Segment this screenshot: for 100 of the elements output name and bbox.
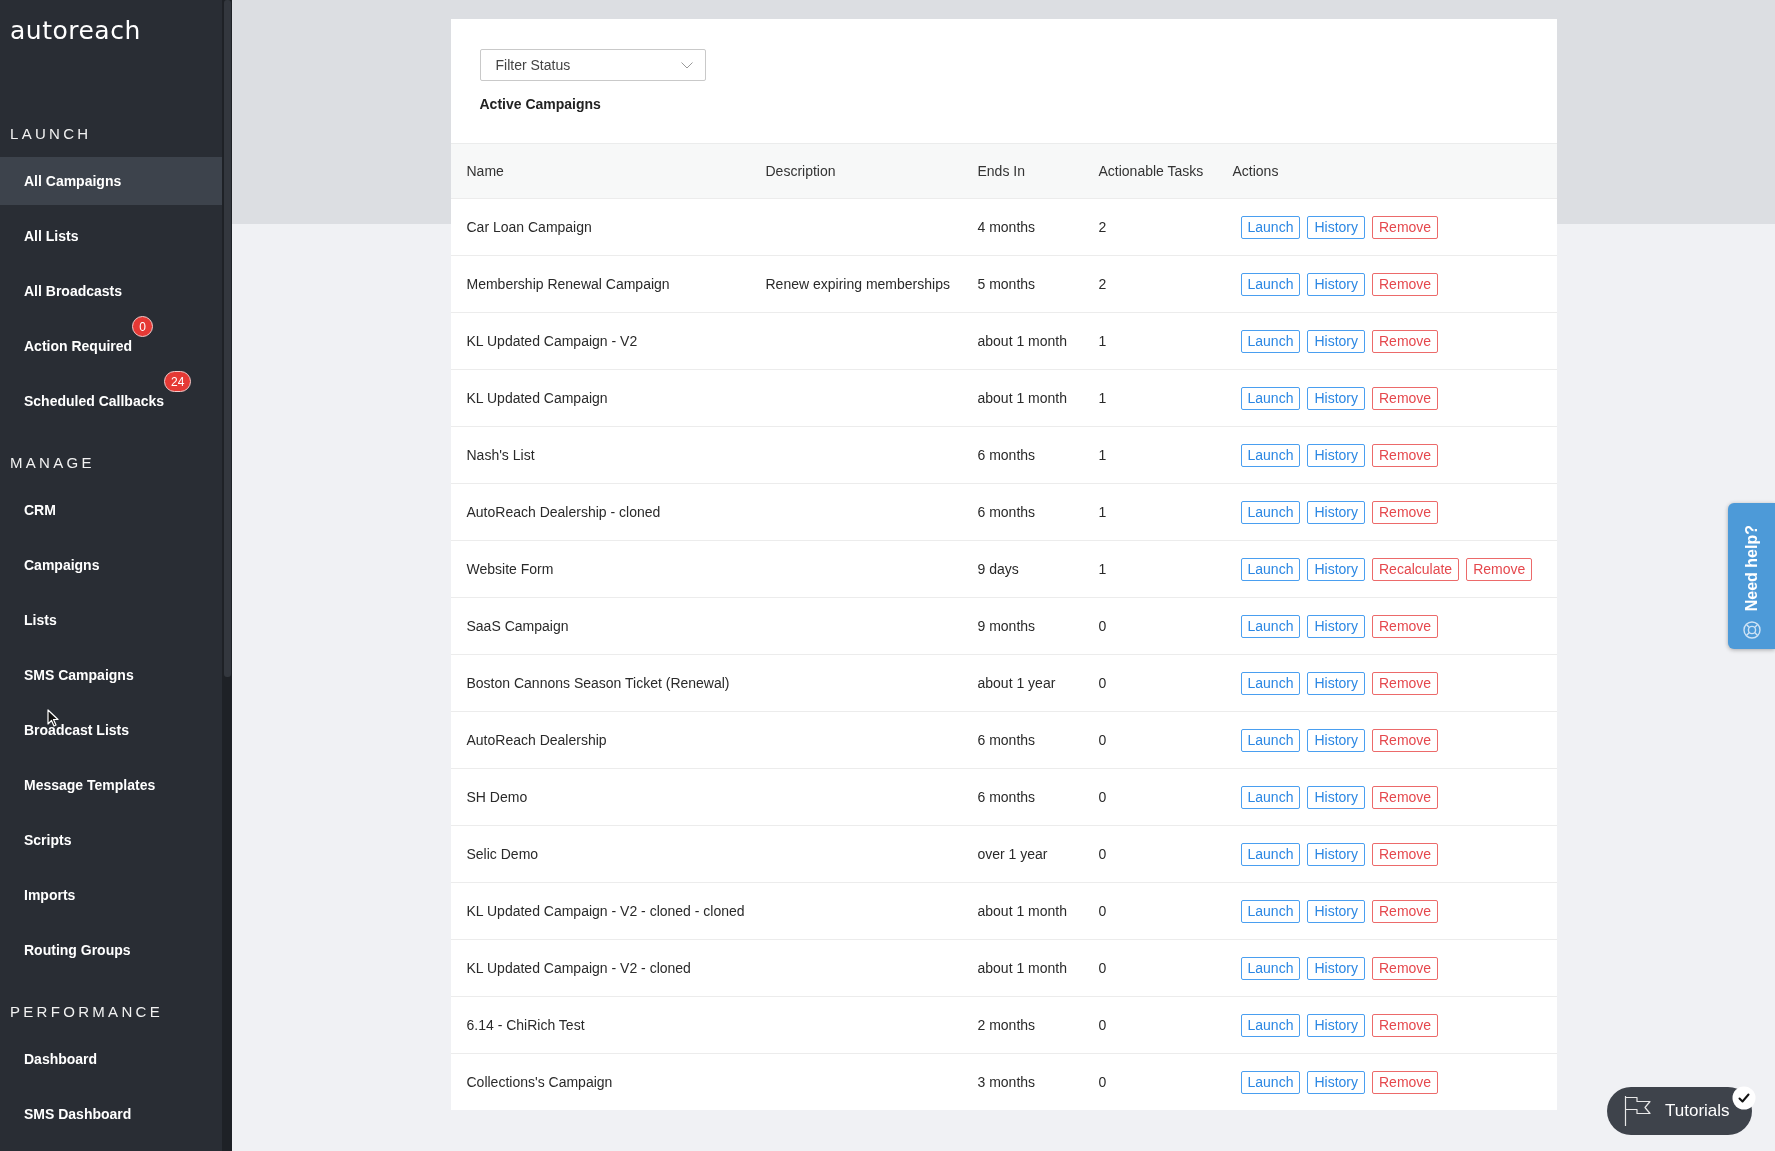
sidebar-item[interactable]: CRM bbox=[0, 486, 222, 534]
table-cell: about 1 month bbox=[977, 903, 1067, 919]
filter-status-dropdown[interactable]: Filter Status bbox=[479, 49, 706, 81]
sidebar-item[interactable]: Imports bbox=[0, 871, 222, 919]
remove-button[interactable]: Remove bbox=[1372, 443, 1439, 467]
remove-button[interactable]: Remove bbox=[1372, 614, 1439, 638]
launch-button[interactable]: Launch bbox=[1240, 443, 1301, 467]
sidebar-item[interactable]: Campaigns bbox=[0, 541, 222, 589]
history-button[interactable]: History bbox=[1307, 956, 1365, 980]
need-help-tab[interactable]: Need help? bbox=[1728, 503, 1775, 649]
table-cell: 9 months bbox=[977, 618, 1036, 634]
history-button[interactable]: History bbox=[1307, 500, 1365, 524]
history-button[interactable]: History bbox=[1307, 899, 1365, 923]
table-cell: 6 months bbox=[977, 789, 1036, 805]
table-cell: KL Updated Campaign - V2 bbox=[466, 333, 638, 349]
remove-button[interactable]: Remove bbox=[1372, 329, 1439, 353]
history-button[interactable]: History bbox=[1307, 728, 1365, 752]
table-cell: KL Updated Campaign - V2 - cloned - cloned bbox=[466, 903, 745, 919]
launch-button[interactable]: Launch bbox=[1240, 557, 1301, 581]
sidebar-item[interactable]: All Campaigns bbox=[0, 157, 222, 205]
remove-button[interactable]: Remove bbox=[1466, 557, 1533, 581]
table-cell: 0 bbox=[1098, 675, 1107, 691]
launch-button[interactable]: Launch bbox=[1240, 671, 1301, 695]
table-cell: Car Loan Campaign bbox=[466, 219, 592, 235]
tutorials-button[interactable]: Tutorials bbox=[1607, 1087, 1752, 1135]
scrollbar-thumb[interactable] bbox=[224, 0, 231, 677]
launch-button[interactable]: Launch bbox=[1240, 272, 1301, 296]
history-button[interactable]: History bbox=[1307, 443, 1365, 467]
count-badge: 0 bbox=[132, 316, 154, 337]
table-cell: 0 bbox=[1098, 732, 1107, 748]
table-cell: SH Demo bbox=[466, 789, 528, 805]
launch-button[interactable]: Launch bbox=[1240, 500, 1301, 524]
table-cell: 1 bbox=[1098, 504, 1107, 520]
history-button[interactable]: History bbox=[1307, 842, 1365, 866]
launch-button[interactable]: Launch bbox=[1240, 785, 1301, 809]
column-header: Name bbox=[466, 161, 504, 181]
remove-button[interactable]: Remove bbox=[1372, 956, 1439, 980]
sidebar-item[interactable]: Lists bbox=[0, 596, 222, 644]
remove-button[interactable]: Remove bbox=[1372, 1070, 1439, 1094]
table-cell: Nash's List bbox=[466, 447, 535, 463]
table-cell: 6 months bbox=[977, 732, 1036, 748]
sidebar-item[interactable]: All Lists bbox=[0, 212, 222, 260]
sidebar-item[interactable]: Scripts bbox=[0, 816, 222, 864]
remove-button[interactable]: Remove bbox=[1372, 215, 1439, 239]
table-cell: KL Updated Campaign - V2 - cloned bbox=[466, 960, 691, 976]
sidebar-item[interactable]: All Broadcasts bbox=[0, 267, 222, 315]
remove-button[interactable]: Remove bbox=[1372, 842, 1439, 866]
remove-button[interactable]: Remove bbox=[1372, 785, 1439, 809]
remove-button[interactable]: Remove bbox=[1372, 272, 1439, 296]
sidebar-item[interactable]: Routing Groups bbox=[0, 926, 222, 974]
table-cell: 3 months bbox=[977, 1074, 1036, 1090]
launch-button[interactable]: Launch bbox=[1240, 329, 1301, 353]
history-button[interactable]: History bbox=[1307, 614, 1365, 638]
table-cell: 1 bbox=[1098, 333, 1107, 349]
history-button[interactable]: History bbox=[1307, 386, 1365, 410]
section-heading: LAUNCH bbox=[10, 125, 92, 141]
remove-button[interactable]: Remove bbox=[1372, 671, 1439, 695]
section-heading: PERFORMANCE bbox=[10, 1003, 163, 1019]
table-cell: AutoReach Dealership - cloned bbox=[466, 504, 661, 520]
table-cell: 1 bbox=[1098, 561, 1107, 577]
table-cell: Boston Cannons Season Ticket (Renewal) bbox=[466, 675, 730, 691]
launch-button[interactable]: Launch bbox=[1240, 1013, 1301, 1037]
launch-button[interactable]: Launch bbox=[1240, 386, 1301, 410]
launch-button[interactable]: Launch bbox=[1240, 899, 1301, 923]
sidebar-item[interactable]: SMS Dashboard bbox=[0, 1090, 222, 1138]
table-cell: over 1 year bbox=[977, 846, 1048, 862]
remove-button[interactable]: Remove bbox=[1372, 500, 1439, 524]
launch-button[interactable]: Launch bbox=[1240, 215, 1301, 239]
remove-button[interactable]: Remove bbox=[1372, 899, 1439, 923]
history-button[interactable]: History bbox=[1307, 557, 1365, 581]
sidebar-item[interactable]: SMS Campaigns bbox=[0, 651, 222, 699]
launch-button[interactable]: Launch bbox=[1240, 614, 1301, 638]
column-header: Description bbox=[765, 161, 836, 181]
history-button[interactable]: History bbox=[1307, 671, 1365, 695]
chevron-down-icon bbox=[680, 61, 693, 69]
launch-button[interactable]: Launch bbox=[1240, 728, 1301, 752]
launch-button[interactable]: Launch bbox=[1240, 842, 1301, 866]
table-cell: 2 bbox=[1098, 219, 1107, 235]
remove-button[interactable]: Remove bbox=[1372, 1013, 1439, 1037]
sidebar-item[interactable]: Message Templates bbox=[0, 761, 222, 809]
table-cell: 5 months bbox=[977, 276, 1036, 292]
remove-button[interactable]: Remove bbox=[1372, 386, 1439, 410]
history-button[interactable]: History bbox=[1307, 329, 1365, 353]
launch-button[interactable]: Launch bbox=[1240, 1070, 1301, 1094]
table-cell: SaaS Campaign bbox=[466, 618, 569, 634]
launch-button[interactable]: Launch bbox=[1240, 956, 1301, 980]
column-header: Actionable Tasks bbox=[1098, 161, 1204, 181]
remove-button[interactable]: Remove bbox=[1372, 728, 1439, 752]
table-cell: 0 bbox=[1098, 960, 1107, 976]
table-cell: 6 months bbox=[977, 447, 1036, 463]
recalculate-button[interactable]: Recalculate bbox=[1372, 557, 1460, 581]
table-cell: 0 bbox=[1098, 1074, 1107, 1090]
sidebar-item[interactable]: Broadcast Lists bbox=[0, 706, 222, 754]
table-cell: about 1 month bbox=[977, 333, 1067, 349]
history-button[interactable]: History bbox=[1307, 1013, 1365, 1037]
history-button[interactable]: History bbox=[1307, 785, 1365, 809]
history-button[interactable]: History bbox=[1307, 272, 1365, 296]
sidebar-item[interactable]: Dashboard bbox=[0, 1035, 222, 1083]
history-button[interactable]: History bbox=[1307, 1070, 1365, 1094]
history-button[interactable]: History bbox=[1307, 215, 1365, 239]
